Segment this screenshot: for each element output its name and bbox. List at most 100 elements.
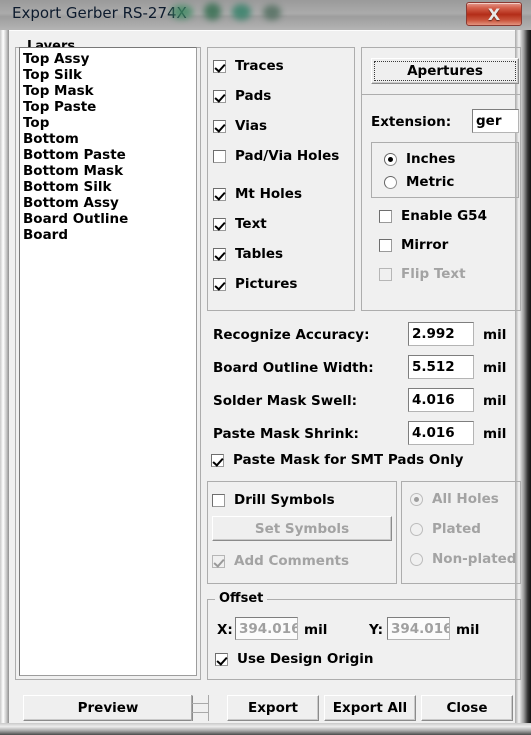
- checkbox-pad-via-holes[interactable]: Pad/Via Holes: [213, 148, 339, 164]
- paste-mask-shrink-input[interactable]: 4.016: [408, 421, 474, 445]
- checkbox-indicator: [213, 59, 226, 73]
- offset-x-label: X:: [217, 622, 233, 638]
- board-outline-width-unit: mil: [483, 360, 507, 376]
- radio-inches-indicator: [384, 152, 397, 166]
- solder-mask-swell-input[interactable]: 4.016: [408, 388, 474, 412]
- checkbox-indicator: [213, 187, 226, 201]
- layer-list-item[interactable]: Bottom Mask: [23, 163, 196, 179]
- mirror-checkbox-indicator: [379, 238, 392, 252]
- offset-y-label: Y:: [369, 622, 384, 638]
- export-button[interactable]: Export: [227, 695, 319, 721]
- checkbox-paste-mask-smt[interactable]: Paste Mask for SMT Pads Only: [211, 452, 463, 468]
- checkbox-label: Vias: [235, 118, 267, 134]
- layer-list-item[interactable]: Bottom Paste: [23, 147, 196, 163]
- set-symbols-button: Set Symbols: [212, 516, 392, 541]
- recognize-accuracy-input[interactable]: 2.992: [408, 322, 474, 346]
- checkbox-traces[interactable]: Traces: [213, 58, 284, 74]
- redaction-smudge: [204, 3, 221, 20]
- board-outline-width-label: Board Outline Width:: [213, 360, 374, 376]
- checkbox-indicator: [213, 217, 226, 231]
- apertures-button-label: Apertures: [407, 63, 483, 79]
- checkbox-label: Pad/Via Holes: [235, 148, 340, 164]
- radio-inches-label: Inches: [406, 151, 456, 167]
- offset-x-input[interactable]: 394.016: [235, 617, 298, 640]
- solder-mask-swell-label: Solder Mask Swell:: [213, 393, 358, 409]
- flip-text-label: Flip Text: [401, 266, 466, 282]
- preview-button[interactable]: Preview: [23, 695, 193, 721]
- layers-listbox[interactable]: Top Assy Top Silk Top Mask Top Paste Top Bott…: [19, 47, 197, 676]
- checkbox-label: Pads: [235, 88, 272, 104]
- checkbox-tables[interactable]: Tables: [213, 246, 283, 262]
- radio-plated: Plated: [410, 521, 481, 537]
- layer-list-item[interactable]: Top Paste: [23, 99, 196, 115]
- checkbox-label: Text: [235, 216, 267, 232]
- layer-list-item[interactable]: Bottom Assy: [23, 195, 196, 211]
- plated-radio-indicator: [410, 522, 423, 536]
- grip-line: [191, 712, 209, 713]
- layer-list-item[interactable]: Top Assy: [23, 51, 196, 67]
- checkbox-enable-g54[interactable]: Enable G54: [379, 208, 487, 224]
- radio-non-plated: Non-plated: [410, 551, 516, 567]
- offset-x-unit: mil: [304, 622, 328, 638]
- checkbox-mt-holes[interactable]: Mt Holes: [213, 186, 302, 202]
- radio-all-holes: All Holes: [410, 491, 499, 507]
- export-all-button[interactable]: Export All: [324, 695, 416, 721]
- board-outline-width-input[interactable]: 5.512: [408, 355, 474, 379]
- preview-button-label: Preview: [77, 700, 139, 716]
- layer-list-item[interactable]: Bottom Silk: [23, 179, 196, 195]
- close-dialog-button-label: Close: [446, 700, 488, 716]
- radio-units-metric[interactable]: Metric: [384, 174, 454, 190]
- checkbox-use-design-origin[interactable]: Use Design Origin: [215, 651, 374, 667]
- close-dialog-button[interactable]: Close: [421, 695, 513, 721]
- checkbox-text[interactable]: Text: [213, 216, 267, 232]
- close-icon: X: [487, 4, 501, 24]
- offset-group-title: Offset: [215, 591, 268, 606]
- window-title: Export Gerber RS-274X: [12, 4, 187, 22]
- layer-list-item[interactable]: Board: [23, 227, 196, 243]
- checkbox-indicator: [213, 277, 226, 291]
- grip-line: [191, 703, 209, 704]
- drill-symbols-label: Drill Symbols: [234, 492, 335, 508]
- radio-metric-indicator: [384, 175, 397, 189]
- layer-list-item[interactable]: Top: [23, 115, 196, 131]
- extension-input[interactable]: ger: [472, 109, 519, 133]
- grip-line: [208, 695, 209, 721]
- checkbox-add-comments: Add Comments: [212, 553, 349, 569]
- layer-list-item[interactable]: Top Mask: [23, 83, 196, 99]
- checkbox-indicator: [213, 119, 226, 133]
- redaction-smudge: [171, 5, 193, 19]
- close-button[interactable]: X: [466, 2, 522, 26]
- solder-mask-swell-unit: mil: [483, 393, 507, 409]
- format-separator: [362, 94, 521, 95]
- checkbox-vias[interactable]: Vias: [213, 118, 267, 134]
- checkbox-drill-symbols[interactable]: Drill Symbols: [212, 492, 335, 508]
- redaction-smudge: [232, 4, 251, 20]
- splitter-grip[interactable]: [188, 695, 214, 721]
- title-bar[interactable]: Export Gerber RS-274X X: [0, 0, 531, 30]
- redaction-smudge: [263, 5, 281, 20]
- checkbox-pads[interactable]: Pads: [213, 88, 271, 104]
- grip-line: [191, 695, 192, 721]
- radio-units-inches[interactable]: Inches: [384, 151, 455, 167]
- checkbox-mirror[interactable]: Mirror: [379, 237, 448, 253]
- mirror-label: Mirror: [401, 237, 449, 253]
- all-holes-radio-indicator: [410, 492, 423, 506]
- checkbox-label: Pictures: [235, 276, 298, 292]
- extension-label: Extension:: [371, 114, 452, 130]
- layer-list-item[interactable]: Top Silk: [23, 67, 196, 83]
- layer-list-item[interactable]: Bottom: [23, 131, 196, 147]
- use-design-origin-checkbox-indicator: [215, 652, 228, 666]
- offset-y-unit: mil: [456, 622, 480, 638]
- window-frame-left: [0, 0, 9, 735]
- checkbox-pictures[interactable]: Pictures: [213, 276, 297, 292]
- set-symbols-button-label: Set Symbols: [254, 520, 350, 537]
- apertures-button[interactable]: Apertures: [371, 58, 519, 84]
- non-plated-radio-indicator: [410, 552, 423, 566]
- paste-mask-shrink-unit: mil: [483, 426, 507, 442]
- offset-y-input[interactable]: 394.016: [387, 617, 450, 640]
- paste-mask-shrink-label: Paste Mask Shrink:: [213, 426, 359, 442]
- layer-list-item[interactable]: Board Outline: [23, 211, 196, 227]
- flip-text-checkbox-indicator: [379, 267, 392, 281]
- recognize-accuracy-unit: mil: [483, 327, 507, 343]
- plated-label: Plated: [432, 521, 481, 537]
